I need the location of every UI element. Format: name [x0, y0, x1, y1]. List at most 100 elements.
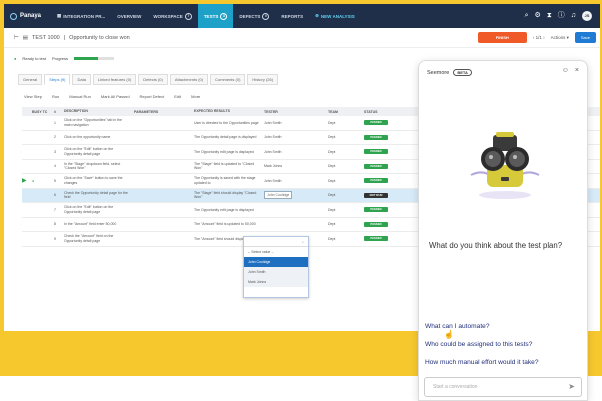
status-badge[interactable]: PASSED: [364, 236, 388, 242]
status-cell[interactable]: NOT RUN: [364, 192, 422, 198]
finish-button[interactable]: FINISH: [477, 32, 527, 43]
nav-integration-project[interactable]: ▦ INTEGRATION PR...: [51, 4, 111, 28]
nav-new-analysis[interactable]: ⊕ NEW ANALYSIS: [309, 4, 361, 28]
header-cell[interactable]: TESTER: [264, 110, 328, 114]
header-cell[interactable]: EXPECTED RESULTS: [194, 109, 264, 114]
status-cell[interactable]: PASSED: [364, 178, 422, 184]
notification-icon[interactable]: ♫: [571, 11, 576, 21]
status-badge[interactable]: PASSED: [364, 178, 388, 184]
close-icon[interactable]: ×: [575, 67, 579, 74]
tab-history[interactable]: History (26): [247, 74, 279, 85]
status-cell[interactable]: PASSED: [364, 149, 422, 155]
status-badge[interactable]: PASSED: [364, 163, 388, 169]
tab-attachments[interactable]: Attachments (0): [169, 74, 209, 85]
dropdown-search[interactable]: ⌕: [244, 237, 308, 247]
panaya-logo[interactable]: Panaya: [10, 12, 42, 20]
settings-icon[interactable]: ⚙: [535, 11, 541, 21]
manual-run-button[interactable]: Manual Run: [69, 94, 91, 99]
dropdown-option[interactable]: John Coolidge: [244, 257, 308, 267]
header-cell[interactable]: BUSY TC: [32, 110, 54, 114]
status-cell[interactable]: PASSED: [364, 207, 422, 213]
status-badge[interactable]: PASSED: [364, 207, 388, 213]
chat-icon[interactable]: ☺: [562, 67, 569, 74]
status-cell[interactable]: PASSED: [364, 120, 422, 126]
tab-data[interactable]: Data: [72, 74, 91, 85]
header-cell[interactable]: TEAM: [328, 110, 364, 114]
header-cell[interactable]: DESCRIPTION: [64, 109, 134, 114]
nav-workspace[interactable]: WORKSPACE 7: [147, 4, 197, 28]
suggestion-automate[interactable]: What can I automate?: [425, 323, 490, 330]
tester-input[interactable]: John Coolidge: [264, 191, 293, 200]
search-icon[interactable]: ⌕: [525, 11, 529, 21]
tester-cell[interactable]: John Smith: [264, 135, 328, 139]
send-icon[interactable]: ➤: [568, 382, 575, 391]
status-badge[interactable]: PASSED: [364, 120, 388, 126]
step-number: 7: [54, 207, 56, 212]
tester-dropdown: ⌕ -- Select value -- John Coolidge John …: [243, 236, 309, 298]
top-icons: ⌕ ⚙ ⧗ ⓘ ♫ JS: [525, 11, 592, 21]
dropdown-placeholder[interactable]: -- Select value --: [244, 247, 308, 257]
nav-overview[interactable]: OVERVIEW: [111, 4, 147, 28]
nav-defects[interactable]: DEFECTS 0: [233, 4, 275, 28]
report-defect-button[interactable]: Report Defect: [140, 94, 165, 99]
row-dot: ●: [32, 178, 35, 183]
team-cell: Dept: [328, 193, 336, 198]
tester-cell[interactable]: John Smith: [264, 121, 328, 125]
status-cell[interactable]: PASSED: [364, 221, 422, 227]
step-number: 2: [54, 135, 56, 140]
suggestion-effort[interactable]: How much manual effort would it take?: [425, 359, 539, 366]
back-icon[interactable]: ⊢: [14, 35, 19, 41]
status-badge[interactable]: PASSED: [364, 134, 388, 140]
status-badge[interactable]: PASSED: [364, 149, 388, 155]
actions-menu[interactable]: Actions ▾: [551, 35, 569, 41]
status-cell[interactable]: PASSED: [364, 163, 422, 169]
help-icon[interactable]: ⓘ: [558, 11, 565, 21]
status-cell[interactable]: PASSED: [364, 134, 422, 140]
tab-defects[interactable]: Defects (0): [138, 74, 168, 85]
hourglass-icon[interactable]: ⧗: [547, 11, 552, 21]
tester-cell[interactable]: Mark Johns: [264, 164, 328, 168]
save-button[interactable]: Save: [574, 32, 596, 43]
team-cell: Dept: [328, 207, 336, 212]
conversation-input[interactable]: Start a conversation ➤: [424, 377, 582, 397]
nav-label: INTEGRATION PR...: [63, 13, 106, 19]
tab-general[interactable]: General: [18, 74, 43, 85]
header-cell[interactable]: #: [54, 110, 64, 114]
nav-label: TESTS: [203, 13, 219, 19]
assistant-header: Seemore BETA: [427, 69, 472, 76]
nav-tests[interactable]: TESTS 3: [197, 4, 234, 28]
tab-steps[interactable]: Steps (9): [44, 74, 71, 85]
user-avatar[interactable]: JS: [582, 11, 592, 21]
step-expected: The Opportunity is saved with the stage …: [194, 176, 256, 185]
edit-button[interactable]: Edit: [174, 94, 181, 99]
header-cell[interactable]: STATUS: [364, 110, 422, 114]
nav-label: NEW ANALYSIS: [320, 13, 355, 19]
search-icon: ⌕: [302, 239, 304, 244]
tab-comments[interactable]: Comments (0): [210, 74, 246, 85]
pager[interactable]: ‹ 1/1 ›: [533, 35, 545, 40]
step-number: 3: [54, 149, 56, 154]
tab-linked-features[interactable]: Linked features (0): [92, 74, 137, 85]
step-expected: The Opportunity edit page is displayed: [194, 149, 254, 154]
nav-reports[interactable]: REPORTS: [275, 4, 309, 28]
status-cell[interactable]: PASSED: [364, 236, 422, 242]
status-badge[interactable]: PASSED: [364, 221, 388, 227]
tester-cell[interactable]: John Smith: [264, 150, 328, 154]
dropdown-option[interactable]: Mark Johns: [244, 277, 308, 287]
mark-all-passed-button[interactable]: Mark All Passed: [101, 94, 130, 99]
tester-cell[interactable]: John Coolidge: [264, 191, 328, 200]
run-button[interactable]: Run: [52, 94, 59, 99]
tester-cell[interactable]: John Smith: [264, 179, 328, 183]
row-play-icon[interactable]: ▶: [22, 177, 32, 184]
suggestion-assign[interactable]: Who could be assigned to this tests?: [425, 341, 532, 348]
team-cell: Dept: [328, 120, 336, 125]
logo-text: Panaya: [20, 13, 42, 19]
view-step-button[interactable]: View Step: [24, 94, 42, 99]
header-cell[interactable]: PARAMETERS: [134, 110, 194, 114]
input-placeholder: Start a conversation: [433, 384, 478, 390]
status-bar: ● Ready to test Progress: [14, 56, 115, 61]
dropdown-option[interactable]: John Smith: [244, 267, 308, 277]
status-badge[interactable]: NOT RUN: [364, 192, 388, 198]
more-button[interactable]: More: [191, 94, 200, 99]
progress-bar: [74, 57, 115, 60]
